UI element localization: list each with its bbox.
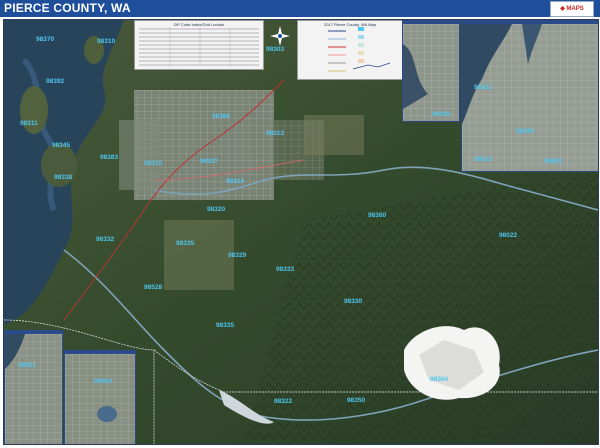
- zip-label[interactable]: 98332: [96, 236, 114, 243]
- zip-label[interactable]: 98335: [176, 240, 194, 247]
- zip-label[interactable]: 98092: [544, 158, 562, 165]
- zip-label[interactable]: 98320: [207, 206, 225, 213]
- zip-label[interactable]: 98335: [216, 322, 234, 329]
- farmland: [164, 220, 234, 290]
- zip-label[interactable]: 98304: [430, 376, 448, 383]
- zip-index-table: [139, 27, 259, 67]
- zip-label[interactable]: 98383: [100, 154, 118, 161]
- zip-label[interactable]: 98311: [20, 120, 38, 127]
- zip-label[interactable]: 98345: [52, 142, 70, 149]
- zip-label[interactable]: 98366: [212, 113, 230, 120]
- zip-label[interactable]: 98028: [432, 111, 450, 118]
- zip-label[interactable]: 98321: [474, 84, 492, 91]
- zip-label[interactable]: 98350: [347, 397, 365, 404]
- inset-map-tacoma[interactable]: [461, 20, 598, 172]
- map-title: PIERCE COUNTY, WA: [4, 1, 131, 15]
- zip-label[interactable]: 98528: [144, 284, 162, 291]
- zip-label[interactable]: 98310: [97, 38, 115, 45]
- inset-map-lakewood[interactable]: [4, 330, 63, 444]
- satellite-map[interactable]: ZIP Code Index/Grid Locator 2017 Pierce …: [3, 19, 599, 445]
- legend-panel: 2017 Pierce County, WA Map: [297, 20, 403, 80]
- compass-rose-icon: [270, 26, 290, 46]
- zip-label[interactable]: 98333: [276, 266, 294, 273]
- zip-label[interactable]: 98022: [499, 232, 517, 239]
- zip-label[interactable]: 98392: [46, 78, 64, 85]
- zip-label[interactable]: 98338: [54, 174, 72, 181]
- zip-label[interactable]: 98329: [228, 252, 246, 259]
- zip-label[interactable]: 98337: [200, 158, 218, 165]
- zip-label[interactable]: 98001: [18, 362, 36, 369]
- zip-label[interactable]: 98360: [368, 212, 386, 219]
- zip-label[interactable]: 98033: [474, 156, 492, 163]
- zip-label[interactable]: 98003: [94, 378, 112, 385]
- zip-label[interactable]: 98312: [266, 130, 284, 137]
- zip-label[interactable]: 98315: [144, 160, 162, 167]
- zip-label[interactable]: 98390: [516, 128, 534, 135]
- legend-symbols: [328, 27, 391, 72]
- map-header: PIERCE COUNTY, WA ◆ MAPS: [0, 0, 600, 17]
- zip-label[interactable]: 98370: [36, 36, 54, 43]
- inset-map-gig-harbor[interactable]: [402, 20, 460, 122]
- inset-map-puyallup[interactable]: [64, 350, 136, 444]
- zip-label[interactable]: 98314: [226, 178, 244, 185]
- zip-index-panel: ZIP Code Index/Grid Locator: [134, 20, 264, 70]
- zip-label[interactable]: 98322: [274, 398, 292, 405]
- zip-label[interactable]: 98303: [266, 46, 284, 53]
- zip-label[interactable]: 98330: [344, 298, 362, 305]
- map-publisher-logo: ◆ MAPS: [550, 1, 594, 17]
